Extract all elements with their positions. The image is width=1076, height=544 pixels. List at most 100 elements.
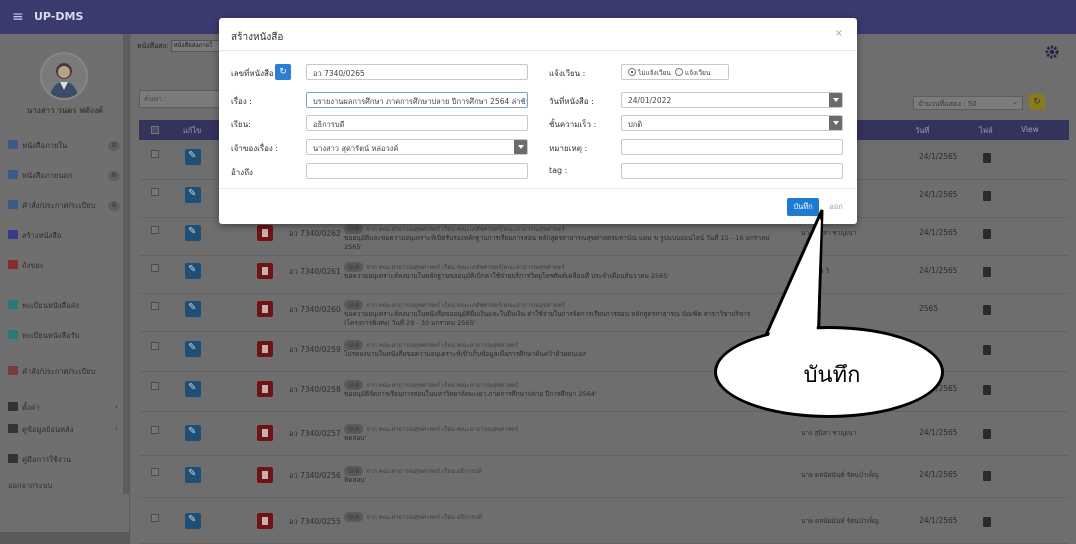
generate-docno-button[interactable]: ↻ bbox=[275, 64, 291, 80]
sidebar-bottom-scrollbar[interactable] bbox=[0, 532, 130, 544]
edit-icon[interactable] bbox=[185, 513, 201, 529]
owner-select[interactable]: นางสาว สุดารัตน์ หล่อวงค์ bbox=[306, 139, 528, 155]
trash-icon[interactable] bbox=[257, 381, 273, 397]
date-value: 24/01/2022 bbox=[628, 96, 672, 105]
edit-icon[interactable] bbox=[185, 381, 201, 397]
user-name: นางสาว วนตร ฟดังงต์ bbox=[26, 106, 104, 115]
sidebar-item[interactable]: ทะเบียนหนังสือส่ง bbox=[8, 300, 126, 314]
row-subject[interactable]: ขออนุมัติจัดการเรียนการสอนในมหาวิทยาลัยพ… bbox=[344, 390, 774, 399]
row-checkbox[interactable] bbox=[151, 382, 159, 390]
edit-icon[interactable] bbox=[185, 425, 201, 441]
file-icon[interactable] bbox=[983, 229, 991, 239]
edit-icon[interactable] bbox=[185, 301, 201, 317]
row-checkbox[interactable] bbox=[151, 226, 159, 234]
sidebar-item[interactable]: ทะเบียนหนังสือรับ bbox=[8, 330, 126, 344]
docno-field[interactable]: อว 7340/0265 bbox=[306, 64, 528, 80]
row-checkbox[interactable] bbox=[151, 150, 159, 158]
row-docno[interactable]: อว 7340/0256 bbox=[289, 470, 341, 482]
sidebar-item-icon bbox=[8, 366, 18, 375]
file-icon[interactable] bbox=[983, 153, 991, 163]
row-docno[interactable]: อว 7340/0257 bbox=[289, 428, 341, 440]
table-row: อว 7340/0255ปกติจาก คณะสาธารณสุขศาสตร์ เ… bbox=[139, 508, 1069, 544]
trash-icon[interactable] bbox=[257, 341, 273, 357]
sidebar-item[interactable]: หนังสือภายนอก 0 bbox=[8, 170, 126, 184]
row-subject[interactable]: ขอความอนุเคราะห์ลงนามในหนังสือขออนุมัติย… bbox=[344, 310, 774, 328]
sidebar-item[interactable]: สร้างหนังสือ bbox=[8, 230, 126, 244]
row-meta: ปกติ จาก คณะสาธารณสุขศาสตร์ เรียน คณะสาธา… bbox=[344, 380, 518, 390]
row-checkbox[interactable] bbox=[151, 264, 159, 272]
trash-icon[interactable] bbox=[257, 225, 273, 241]
row-subject[interactable]: ขอความอนุเคราะห์ลงนามในหลักฐานขออนุมัติเ… bbox=[344, 272, 774, 281]
row-checkbox[interactable] bbox=[151, 302, 159, 310]
sidebar-item[interactable]: คู่มือการใช้งาน bbox=[8, 454, 126, 468]
app-brand[interactable]: UP-DMS bbox=[34, 10, 83, 23]
row-docno[interactable]: อว 7340/0259 bbox=[289, 344, 341, 356]
trash-icon[interactable] bbox=[257, 425, 273, 441]
trash-icon[interactable] bbox=[257, 263, 273, 279]
trash-icon[interactable] bbox=[257, 513, 273, 529]
sidebar-item[interactable]: หนังสือภายใน 0 bbox=[8, 140, 126, 154]
sidebar-item[interactable]: ตั้งค่า › bbox=[8, 402, 126, 416]
edit-icon[interactable] bbox=[185, 149, 201, 165]
file-icon[interactable] bbox=[983, 471, 991, 481]
row-docno[interactable]: อว 7340/0261 bbox=[289, 266, 341, 278]
cancel-button[interactable]: ออก bbox=[823, 198, 849, 216]
select-all-checkbox[interactable] bbox=[151, 126, 159, 134]
trash-icon[interactable] bbox=[257, 301, 273, 317]
to-field[interactable]: อธิการบดี bbox=[306, 115, 528, 131]
book-type-select[interactable]: หนังสือส่งภายใ bbox=[170, 40, 225, 52]
file-icon[interactable] bbox=[983, 345, 991, 355]
file-icon[interactable] bbox=[983, 305, 991, 315]
close-icon[interactable]: × bbox=[835, 28, 843, 39]
row-docno[interactable]: อว 7340/0262 bbox=[289, 228, 341, 240]
edit-icon[interactable] bbox=[185, 467, 201, 483]
file-icon[interactable] bbox=[983, 267, 991, 277]
search-input[interactable]: ค้นหา : bbox=[139, 90, 221, 108]
sidebar-scrollbar[interactable] bbox=[123, 34, 129, 494]
file-icon[interactable] bbox=[983, 385, 991, 395]
to-label: เรียน: bbox=[231, 120, 251, 129]
date-select[interactable]: 24/01/2022 bbox=[621, 92, 843, 108]
save-button[interactable]: บันทึก bbox=[787, 198, 819, 216]
sidebar-item[interactable]: คำสั่ง/ประกาศ/ระเบียบ bbox=[8, 366, 126, 380]
radio-no-circulate[interactable] bbox=[628, 68, 636, 76]
note-field[interactable] bbox=[621, 139, 843, 155]
edit-icon[interactable] bbox=[185, 341, 201, 357]
trash-icon[interactable] bbox=[257, 467, 273, 483]
row-org: จาก คณะสาธารณสุขศาสตร์ เรียน อธิการบดี bbox=[366, 514, 483, 521]
row-docno[interactable]: อว 7340/0258 bbox=[289, 384, 341, 396]
row-checkbox[interactable] bbox=[151, 514, 159, 522]
urgency-select[interactable]: ปกติ bbox=[621, 115, 843, 131]
row-subject[interactable]: โปรดลงนามในหนังสือขอความอนุเคราะห์เข้าเก… bbox=[344, 350, 774, 359]
gear-icon[interactable] bbox=[1044, 44, 1060, 60]
row-docno[interactable]: อว 7340/0260 bbox=[289, 304, 341, 316]
row-subject[interactable]: ทิดสอบ' bbox=[344, 476, 774, 485]
edit-icon[interactable] bbox=[185, 225, 201, 241]
row-checkbox[interactable] bbox=[151, 468, 159, 476]
per-page-select[interactable]: จำนวนที่แสดง : 50 ⌄ bbox=[913, 96, 1023, 110]
file-icon[interactable] bbox=[983, 517, 991, 527]
edit-icon[interactable] bbox=[185, 187, 201, 203]
row-checkbox[interactable] bbox=[151, 342, 159, 350]
file-icon[interactable] bbox=[983, 429, 991, 439]
row-subject[interactable]: ทดสอบ' bbox=[344, 434, 774, 443]
subject-field[interactable]: บรายงานผลการศึกษา ภาคการศึกษาปลาย ปีการศ… bbox=[306, 92, 528, 108]
urgency-badge: ปกติ bbox=[344, 424, 364, 434]
tag-field[interactable] bbox=[621, 163, 843, 179]
row-docno[interactable]: อว 7340/0255 bbox=[289, 516, 341, 528]
sidebar-item[interactable]: ถังขยะ bbox=[8, 260, 126, 274]
file-icon[interactable] bbox=[983, 191, 991, 201]
sidebar-item[interactable]: ดูข้อมูลย้อนหลัง › bbox=[8, 424, 126, 438]
owner-label: เจ้าของเรื่อง : bbox=[231, 144, 279, 153]
ref-field[interactable] bbox=[306, 163, 528, 179]
row-checkbox[interactable] bbox=[151, 188, 159, 196]
radio-circulate[interactable] bbox=[675, 68, 683, 76]
row-subject[interactable]: ขออนุมัติและขอความอนุเคราะห์เปิดรับรองหล… bbox=[344, 234, 774, 252]
sidebar-item[interactable]: คำสั่ง/ประกาศ/ระเบียบ 0 bbox=[8, 200, 126, 214]
edit-icon[interactable] bbox=[185, 263, 201, 279]
menu-icon[interactable]: ≡ bbox=[12, 9, 24, 25]
modal-footer-divider bbox=[219, 188, 857, 189]
refresh-button[interactable]: ↻ bbox=[1029, 94, 1045, 110]
sidebar-item[interactable]: ออกจากระบบ bbox=[8, 480, 126, 494]
row-checkbox[interactable] bbox=[151, 426, 159, 434]
